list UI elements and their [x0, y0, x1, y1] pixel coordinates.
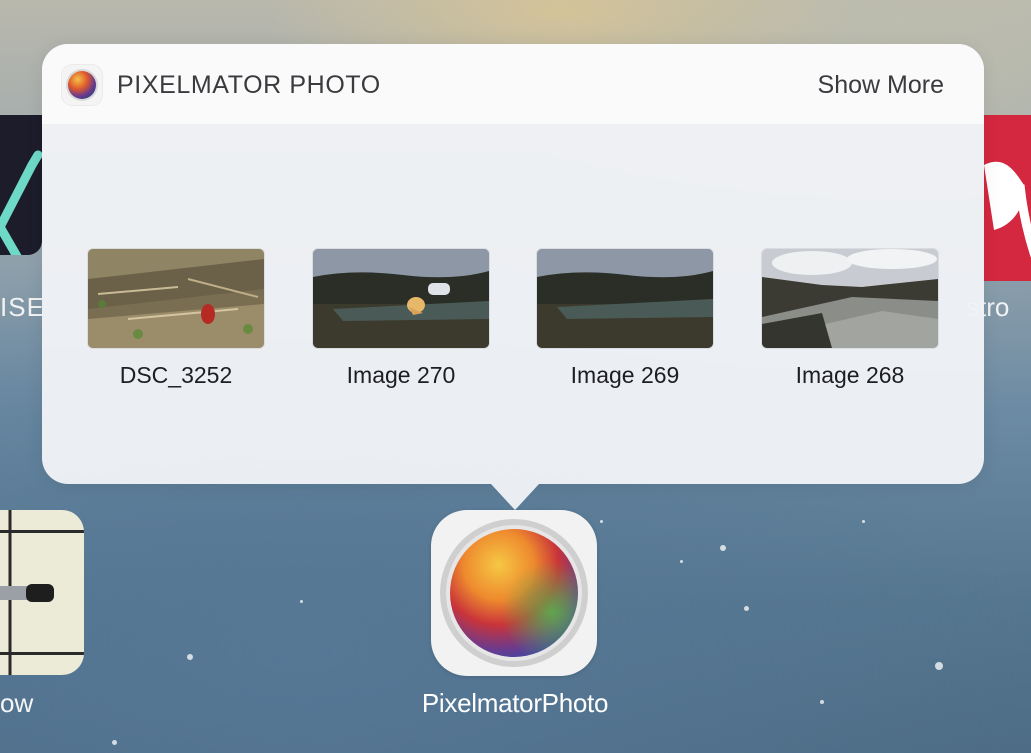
photo-item-image-270[interactable]: Image 270	[313, 249, 489, 389]
widget-title: PIXELMATOR PHOTO	[117, 71, 381, 99]
bg-app-label-left-top: ISE	[0, 292, 45, 322]
photo-label: Image 268	[795, 362, 905, 388]
photo-item-image-269[interactable]: Image 269	[537, 249, 713, 389]
bg-app-icon-right-top[interactable]	[984, 115, 1031, 281]
widget-pointer	[491, 484, 539, 510]
photo-label: Image 270	[346, 362, 456, 388]
pixelmator-photo-icon[interactable]	[62, 65, 102, 105]
show-more-button[interactable]: Show More	[818, 71, 944, 100]
app-label: PixelmatorPhoto	[421, 688, 609, 718]
photo-thumbnail[interactable]	[313, 249, 489, 348]
photo-item-image-268[interactable]: Image 268	[762, 249, 938, 389]
pixelmator-photo-app-icon[interactable]	[431, 510, 597, 676]
photo-thumbnail[interactable]	[537, 249, 713, 348]
pixelmator-widget: PIXELMATOR PHOTO Show More DSC_3252 Imag…	[42, 44, 984, 484]
bg-app-icon-left-top[interactable]	[0, 115, 42, 255]
photo-item-dsc-3252[interactable]: DSC_3252	[88, 249, 264, 389]
bg-app-icon-left-bottom[interactable]	[0, 510, 84, 675]
photo-thumbnail[interactable]	[762, 249, 938, 348]
photo-label: Image 269	[570, 362, 680, 388]
widget-header: PIXELMATOR PHOTO Show More	[42, 44, 984, 124]
bg-app-label-left-bottom: ow	[0, 688, 34, 718]
photo-thumbnail[interactable]	[88, 249, 264, 348]
photo-label: DSC_3252	[119, 362, 233, 388]
